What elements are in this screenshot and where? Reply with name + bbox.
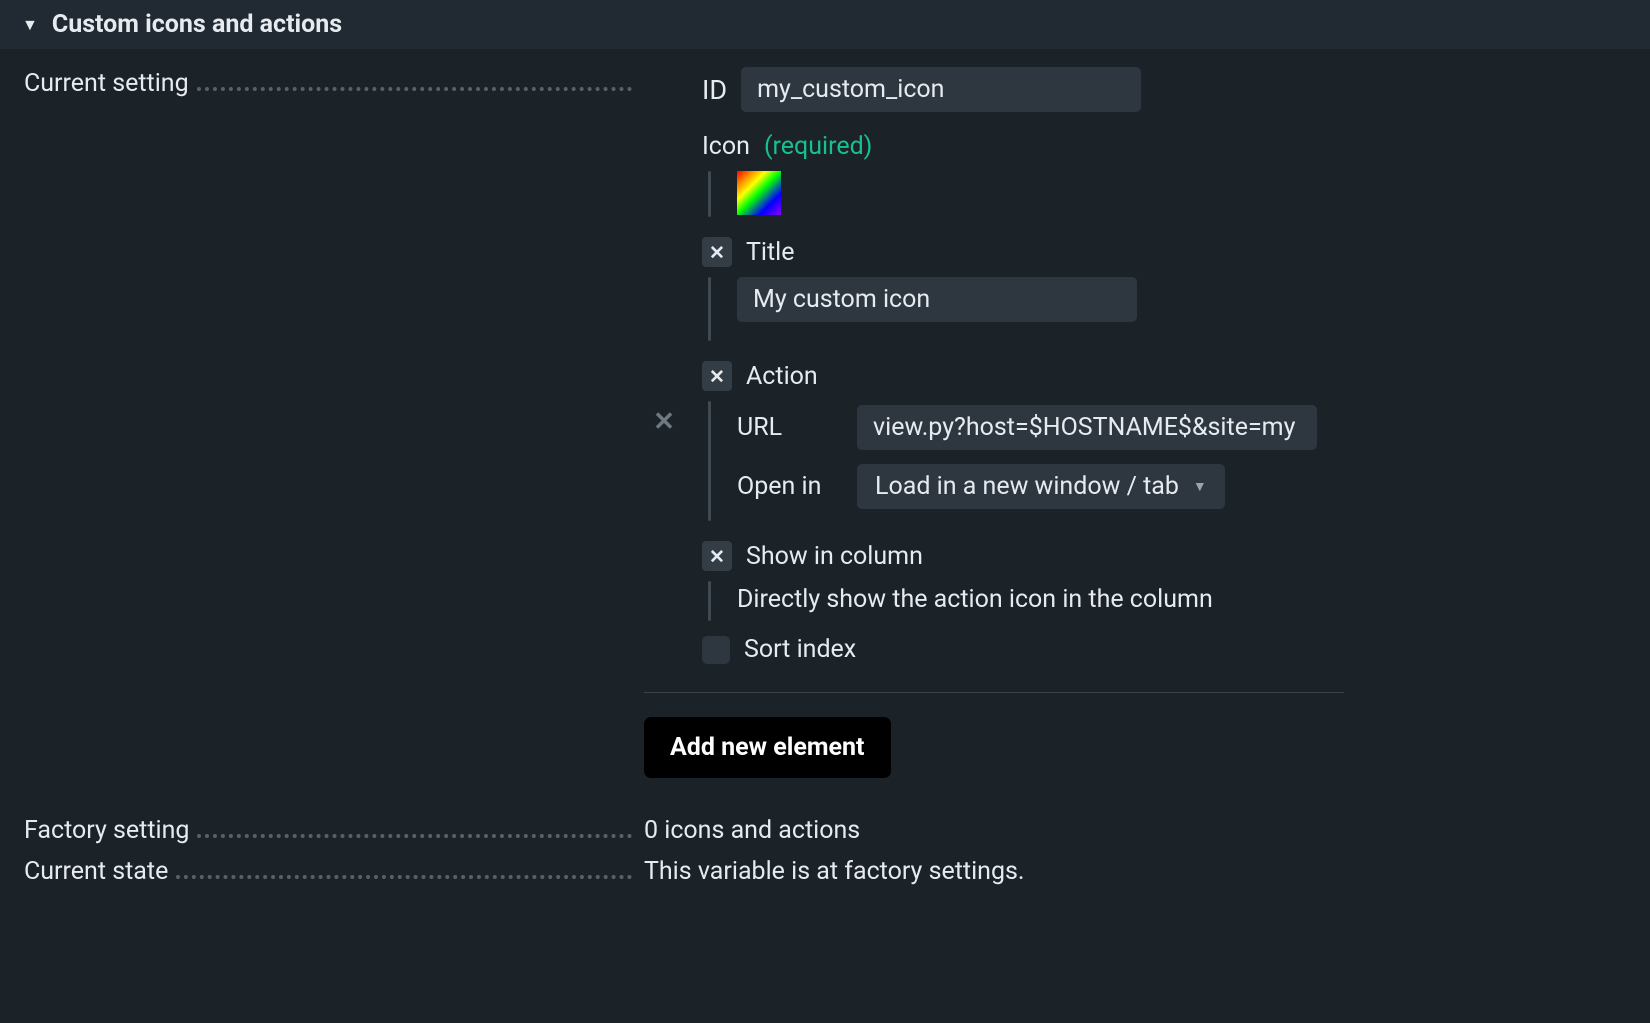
- sort-index-group: Sort index: [702, 635, 1626, 664]
- collapse-triangle-icon: ▼: [22, 17, 38, 33]
- factory-setting-label: Factory setting: [24, 816, 195, 845]
- open-in-value: Load in a new window / tab: [875, 472, 1179, 501]
- current-setting-label: Current setting: [24, 69, 195, 98]
- group-indent-bar: [708, 171, 711, 217]
- show-in-column-desc: Directly show the action icon in the col…: [737, 581, 1213, 618]
- icon-label: Icon: [702, 132, 750, 161]
- id-input[interactable]: [741, 67, 1141, 112]
- factory-setting-row: Factory setting 0 icons and actions: [24, 808, 1626, 845]
- add-new-element-button[interactable]: Add new element: [644, 717, 891, 778]
- dotted-leader: [197, 822, 632, 838]
- remove-title-icon[interactable]: ✕: [702, 237, 732, 267]
- title-group: ✕ Title: [702, 237, 1626, 341]
- open-in-select[interactable]: Load in a new window / tab ▼: [857, 464, 1225, 509]
- dotted-leader: [197, 75, 632, 91]
- delete-element-icon[interactable]: ✕: [653, 407, 675, 437]
- url-label: URL: [737, 413, 839, 442]
- current-state-value: This variable is at factory settings.: [644, 857, 1025, 886]
- icon-group: Icon (required): [702, 132, 1626, 217]
- icon-picker-swatch[interactable]: [737, 171, 781, 215]
- section-title: Custom icons and actions: [52, 10, 342, 39]
- remove-show-in-column-icon[interactable]: ✕: [702, 541, 732, 571]
- dotted-leader: [176, 863, 632, 879]
- current-state-row: Current state This variable is at factor…: [24, 849, 1626, 886]
- group-indent-bar: [708, 277, 711, 341]
- remove-action-icon[interactable]: ✕: [702, 361, 732, 391]
- open-in-row: Open in Load in a new window / tab ▼: [737, 464, 1317, 509]
- current-state-label: Current state: [24, 857, 174, 886]
- current-setting-row: Current setting ✕ ID Icon: [24, 61, 1626, 778]
- element-divider: [644, 692, 1344, 693]
- required-marker: (required): [764, 132, 872, 161]
- id-label: ID: [702, 74, 727, 106]
- sort-index-checkbox[interactable]: [702, 636, 730, 664]
- title-label: Title: [746, 238, 795, 267]
- action-label: Action: [746, 362, 818, 391]
- url-input[interactable]: [857, 405, 1317, 450]
- sort-index-label: Sort index: [744, 635, 856, 664]
- chevron-down-icon: ▼: [1193, 478, 1207, 495]
- action-group: ✕ Action URL Open in: [702, 361, 1626, 521]
- show-in-column-label: Show in column: [746, 542, 923, 571]
- show-in-column-group: ✕ Show in column Directly show the actio…: [702, 541, 1626, 621]
- group-indent-bar: [708, 401, 711, 521]
- section-header[interactable]: ▼ Custom icons and actions: [0, 0, 1650, 49]
- factory-setting-value: 0 icons and actions: [644, 816, 860, 845]
- title-input[interactable]: [737, 277, 1137, 322]
- group-indent-bar: [708, 581, 711, 621]
- id-field: ID: [702, 67, 1626, 112]
- url-row: URL: [737, 405, 1317, 450]
- open-in-label: Open in: [737, 472, 839, 501]
